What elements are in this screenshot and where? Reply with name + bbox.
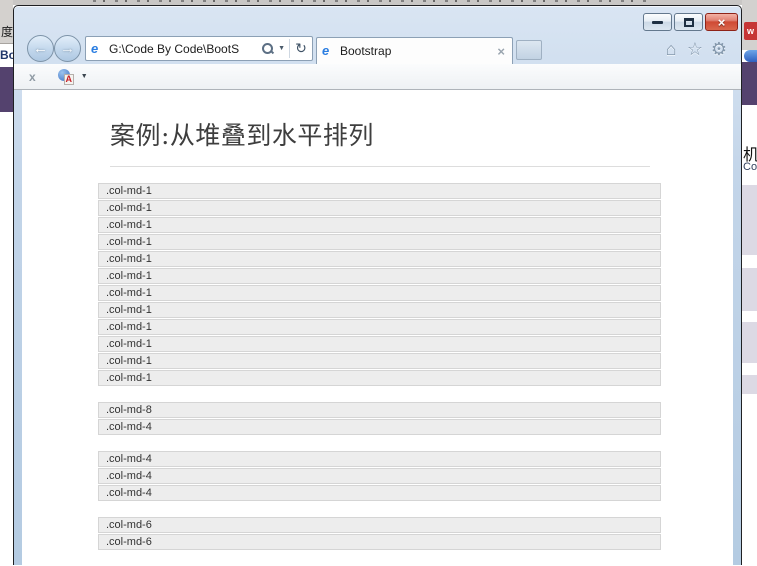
- grid-section-col-md-6: .col-md-6 .col-md-6: [98, 517, 661, 550]
- minimize-icon: [652, 21, 663, 24]
- address-url[interactable]: G:\Code By Code\BootS: [109, 42, 261, 56]
- background-right-list-block: [742, 375, 757, 394]
- back-button[interactable]: ←: [27, 35, 54, 62]
- addon-toolbar-close-button[interactable]: x: [29, 70, 36, 84]
- grid-column: .col-md-1: [98, 302, 661, 318]
- close-icon: ×: [718, 16, 726, 29]
- grid-column: .col-md-4: [98, 468, 661, 484]
- background-right-red-badge: w: [744, 22, 757, 40]
- grid-column: .col-md-1: [98, 251, 661, 267]
- grid-column: .col-md-6: [98, 517, 661, 533]
- page-title: 案例:从堆叠到水平排列: [110, 116, 733, 152]
- background-left-text: 度: [1, 23, 13, 40]
- search-icon[interactable]: [261, 42, 274, 55]
- grid-column: .col-md-1: [98, 370, 661, 386]
- grid-section-col-md-4: .col-md-4 .col-md-4 .col-md-4: [98, 451, 661, 501]
- tab-favicon-icon: e: [322, 44, 336, 58]
- tab-title: Bootstrap: [340, 44, 391, 58]
- title-divider: [110, 166, 650, 167]
- browser-action-icons: ⌂ ☆ ⚙: [659, 37, 731, 61]
- grid-column: .col-md-4: [98, 419, 661, 435]
- bootstrap-grid-demo: .col-md-1 .col-md-1 .col-md-1 .col-md-1 …: [98, 183, 661, 550]
- favorites-star-icon[interactable]: ☆: [683, 37, 707, 61]
- grid-column: .col-md-8: [98, 402, 661, 418]
- grid-column: .col-md-1: [98, 336, 661, 352]
- address-bar[interactable]: e G:\Code By Code\BootS ▼ ↻: [85, 36, 313, 61]
- grid-column: .col-md-1: [98, 319, 661, 335]
- grid-column: .col-md-1: [98, 183, 661, 199]
- grid-column: .col-md-1: [98, 217, 661, 233]
- grid-column: .col-md-1: [98, 234, 661, 250]
- grid-column: .col-md-1: [98, 353, 661, 369]
- home-icon[interactable]: ⌂: [659, 37, 683, 61]
- forward-arrow-icon: →: [60, 40, 75, 57]
- page-content: 案例:从堆叠到水平排列 .col-md-1 .col-md-1 .col-md-…: [22, 90, 733, 566]
- background-left-purple-banner: [0, 67, 13, 112]
- grid-section-col-md-8-4: .col-md-8 .col-md-4: [98, 402, 661, 435]
- tab-bootstrap[interactable]: e Bootstrap ×: [316, 37, 513, 64]
- refresh-icon[interactable]: ↻: [290, 40, 312, 57]
- window-caption-buttons: ×: [643, 13, 740, 31]
- forward-button[interactable]: →: [54, 35, 81, 62]
- minimize-button[interactable]: [643, 13, 672, 31]
- background-right-purple-banner: [742, 62, 757, 105]
- chevron-down-icon[interactable]: ▼: [278, 45, 285, 52]
- background-left-text-2: Bo: [0, 48, 13, 62]
- page-favicon-icon: e: [91, 42, 105, 56]
- background-window-right: w 机 Co: [742, 0, 757, 565]
- grid-column: .col-md-6: [98, 534, 661, 550]
- background-right-list-block: [742, 268, 757, 311]
- browser-window: × ← → e G:\Code By Code\BootS ▼ ↻ e Boot…: [13, 5, 742, 565]
- settings-gear-icon[interactable]: ⚙: [707, 37, 731, 61]
- grid-column: .col-md-4: [98, 485, 661, 501]
- close-button[interactable]: ×: [705, 13, 738, 31]
- addon-toolbar: x A ▼: [14, 64, 741, 90]
- grid-column: .col-md-4: [98, 451, 661, 467]
- background-right-text-2: Co: [743, 161, 757, 173]
- back-arrow-icon: ←: [33, 40, 48, 57]
- background-window-left: 度 Bo: [0, 0, 13, 565]
- acrobat-icon: A: [64, 74, 74, 85]
- background-right-browser-icon: [744, 50, 757, 62]
- adobe-pdf-icon[interactable]: A: [58, 69, 74, 85]
- address-bar-icons: ▼ ↻: [261, 37, 312, 60]
- tab-close-icon[interactable]: ×: [497, 44, 505, 59]
- background-right-list-block: [742, 185, 757, 255]
- grid-column: .col-md-1: [98, 285, 661, 301]
- background-right-list-block: [742, 322, 757, 363]
- new-tab-button[interactable]: [516, 40, 542, 60]
- adobe-dropdown-caret-icon[interactable]: ▼: [81, 73, 88, 80]
- grid-column: .col-md-1: [98, 200, 661, 216]
- navigation-bar: ← → e G:\Code By Code\BootS ▼ ↻ e Bootst…: [14, 33, 741, 64]
- grid-column: .col-md-1: [98, 268, 661, 284]
- restore-button[interactable]: [674, 13, 703, 31]
- grid-section-col-md-1: .col-md-1 .col-md-1 .col-md-1 .col-md-1 …: [98, 183, 661, 386]
- restore-icon: [684, 18, 694, 27]
- background-tab-text-marks: [93, 0, 653, 2]
